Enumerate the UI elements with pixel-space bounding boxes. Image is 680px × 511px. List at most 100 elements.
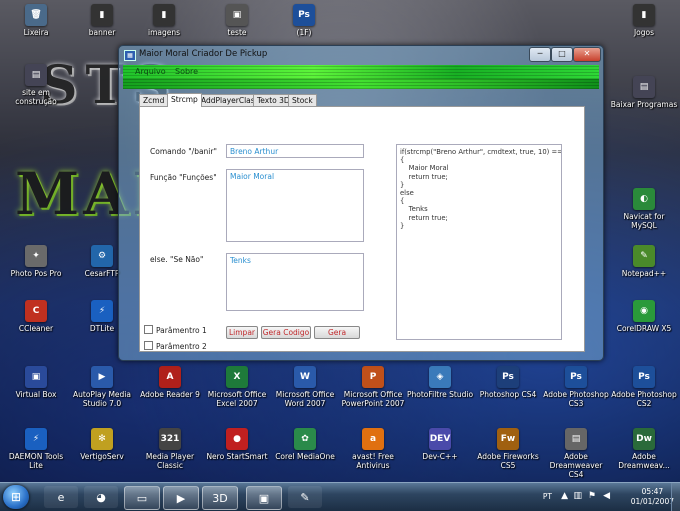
- desktop-shortcut[interactable]: ⚡ DAEMON Tools Lite: [2, 428, 70, 470]
- desktop-shortcut[interactable]: 321 Media Player Classic: [136, 428, 204, 470]
- checkbox-box[interactable]: [144, 341, 153, 350]
- word-icon: W: [294, 366, 316, 388]
- code-output[interactable]: if(strcmp("Breno Arthur", cmdtext, true,…: [396, 144, 562, 340]
- desktop-shortcut[interactable]: Ps Adobe Photoshop CS3: [542, 366, 610, 408]
- taskbar-button[interactable]: e: [44, 486, 78, 508]
- desktop-shortcut[interactable]: Dw Adobe Dreamweav...: [610, 428, 678, 470]
- desktop-shortcut[interactable]: 🗑 Lixeira: [2, 4, 70, 37]
- taskbar-button[interactable]: ▶: [163, 486, 199, 510]
- generate-code-button[interactable]: Gera Codigo: [261, 326, 311, 339]
- desktop-shortcut[interactable]: ◈ PhotoFiltre Studio: [406, 366, 474, 399]
- desktop-shortcut[interactable]: ▮ banner: [68, 4, 136, 37]
- desktop-shortcut-label: Corel MediaOne: [275, 452, 335, 461]
- desktop-shortcut[interactable]: ✻ VertigoServ: [68, 428, 136, 461]
- desktop-shortcut[interactable]: ● Nero StartSmart: [203, 428, 271, 461]
- minimize-button[interactable]: ─: [529, 47, 551, 62]
- desktop-shortcut-label: Microsoft Office Word 2007: [275, 390, 335, 408]
- tab-zcmd[interactable]: Zcmd: [139, 94, 169, 106]
- param2-label: Parâmentro 2: [156, 342, 207, 351]
- desktop-shortcut[interactable]: ▣ teste: [203, 4, 271, 37]
- cesarftp-icon: ⚙: [91, 245, 113, 267]
- function-textarea[interactable]: Maior Moral: [226, 169, 364, 242]
- language-indicator[interactable]: PT: [543, 492, 552, 501]
- tab-strcmp[interactable]: Strcmp: [167, 93, 202, 107]
- coreldraw-icon: ◉: [633, 300, 655, 322]
- desktop-shortcut[interactable]: ◐ Navicat for MySQL: [610, 188, 678, 230]
- file-icon: ▮: [153, 4, 175, 26]
- tab-stock[interactable]: Stock: [288, 94, 317, 106]
- desktop-shortcut-label: CCleaner: [18, 324, 54, 333]
- taskbar-button[interactable]: 3D: [202, 486, 238, 510]
- taskbar-button[interactable]: ▣: [246, 486, 282, 510]
- desktop-shortcut[interactable]: Fw Adobe Fireworks CS5: [474, 428, 542, 470]
- desktop-shortcut[interactable]: ✦ Photo Pos Pro: [2, 245, 70, 278]
- desktop-shortcut-label: Microsoft Office Excel 2007: [207, 390, 267, 408]
- daemon-tools-icon: ⚡: [25, 428, 47, 450]
- flag-icon[interactable]: ⚑: [588, 491, 596, 501]
- checkbox-box[interactable]: [144, 325, 153, 334]
- show-desktop-button[interactable]: [671, 483, 680, 511]
- param1-checkbox[interactable]: Parâmentro 1: [144, 325, 207, 335]
- desktop-shortcut-label: banner: [88, 28, 116, 37]
- desktop-shortcut[interactable]: W Microsoft Office Word 2007: [271, 366, 339, 408]
- folder-icon: ▤: [633, 76, 655, 98]
- desktop-shortcut-label: site em construção: [15, 88, 57, 106]
- fireworks-icon: Fw: [497, 428, 519, 450]
- network-icon[interactable]: ▥: [573, 491, 582, 501]
- desktop-shortcut[interactable]: P Microsoft Office PowerPoint 2007: [339, 366, 407, 408]
- desktop-shortcut-label: AutoPlay Media Studio 7.0: [73, 390, 131, 408]
- taskbar-button[interactable]: ✎: [288, 486, 322, 508]
- desktop-shortcut[interactable]: Ps Adobe Photoshop CS2: [610, 366, 678, 408]
- app-window[interactable]: ▦ Maior Moral Criador De Pickup ─ □ ✕ Ar…: [118, 45, 604, 361]
- navicat-icon: ◐: [633, 188, 655, 210]
- desktop-shortcut-label: Photoshop CS4: [479, 390, 537, 399]
- desktop-shortcut[interactable]: Ps Photoshop CS4: [474, 366, 542, 399]
- firefox-icon: ◕: [96, 490, 106, 504]
- file-icon: ▣: [226, 4, 248, 26]
- desktop-shortcut[interactable]: ✎ Notepad++: [610, 245, 678, 278]
- clear-button[interactable]: Limpar: [226, 326, 258, 339]
- tray-expand-icon[interactable]: ▲: [561, 491, 568, 501]
- desktop-shortcut-label: Virtual Box: [15, 390, 57, 399]
- desktop-shortcut[interactable]: ▮ imagens: [130, 4, 198, 37]
- desktop-shortcut[interactable]: X Microsoft Office Excel 2007: [203, 366, 271, 408]
- desktop-shortcut[interactable]: ▮ Jogos: [610, 4, 678, 37]
- command-input[interactable]: Breno Arthur: [226, 144, 364, 158]
- windows-explorer-icon: ▭: [136, 491, 148, 505]
- dtlite-icon: ⚡: [91, 300, 113, 322]
- desktop-shortcut[interactable]: ▤ Adobe Dreamweaver CS4: [542, 428, 610, 479]
- start-button[interactable]: ⊞: [3, 485, 29, 509]
- desktop-shortcut[interactable]: ▣ Virtual Box: [2, 366, 70, 399]
- volume-icon[interactable]: ◀: [603, 491, 610, 501]
- param2-checkbox[interactable]: Parâmentro 2: [144, 341, 207, 351]
- paint-icon: ✎: [300, 490, 310, 504]
- desktop-shortcut[interactable]: C CCleaner: [2, 300, 70, 333]
- desktop-shortcut[interactable]: ✿ Corel MediaOne: [271, 428, 339, 461]
- desktop-shortcut[interactable]: ◉ CorelDRAW X5: [610, 300, 678, 333]
- desktop-shortcut[interactable]: DEV Dev-C++: [406, 428, 474, 461]
- desktop-shortcut[interactable]: ▤ Baixar Programas: [610, 76, 678, 109]
- internet-explorer-icon: e: [57, 490, 65, 504]
- else-textarea[interactable]: Tenks: [226, 253, 364, 311]
- desktop-shortcut[interactable]: A Adobe Reader 9: [136, 366, 204, 399]
- maximize-button[interactable]: □: [551, 47, 573, 62]
- desktop-shortcut[interactable]: ▶ AutoPlay Media Studio 7.0: [68, 366, 136, 408]
- desktop-shortcut-label: (1F): [296, 28, 312, 37]
- desktop-shortcut[interactable]: Ps (1F): [270, 4, 338, 37]
- desktop-shortcut[interactable]: a avast! Free Antivirus: [339, 428, 407, 470]
- windows-logo-icon: ⊞: [10, 490, 22, 504]
- photo-pos-pro-icon: ✦: [25, 245, 47, 267]
- desktop-shortcut[interactable]: ▤ site em construção: [2, 64, 70, 106]
- function-label: Função "Funções": [150, 173, 217, 182]
- taskbar-button[interactable]: ▭: [124, 486, 160, 510]
- menu-arquivo[interactable]: Arquivo: [135, 67, 166, 76]
- title-bar[interactable]: ▦ Maior Moral Criador De Pickup ─ □ ✕: [119, 46, 603, 64]
- taskbar-button[interactable]: ◕: [84, 486, 118, 508]
- dreamweaver-icon: Dw: [633, 428, 655, 450]
- generate-button[interactable]: Gera: [314, 326, 360, 339]
- clock[interactable]: 05:47 01/01/2007: [631, 487, 674, 507]
- close-button[interactable]: ✕: [573, 47, 601, 62]
- menu-sobre[interactable]: Sobre: [175, 67, 198, 76]
- virtualbox-icon: ▣: [25, 366, 47, 388]
- photoshop-icon: Ps: [633, 366, 655, 388]
